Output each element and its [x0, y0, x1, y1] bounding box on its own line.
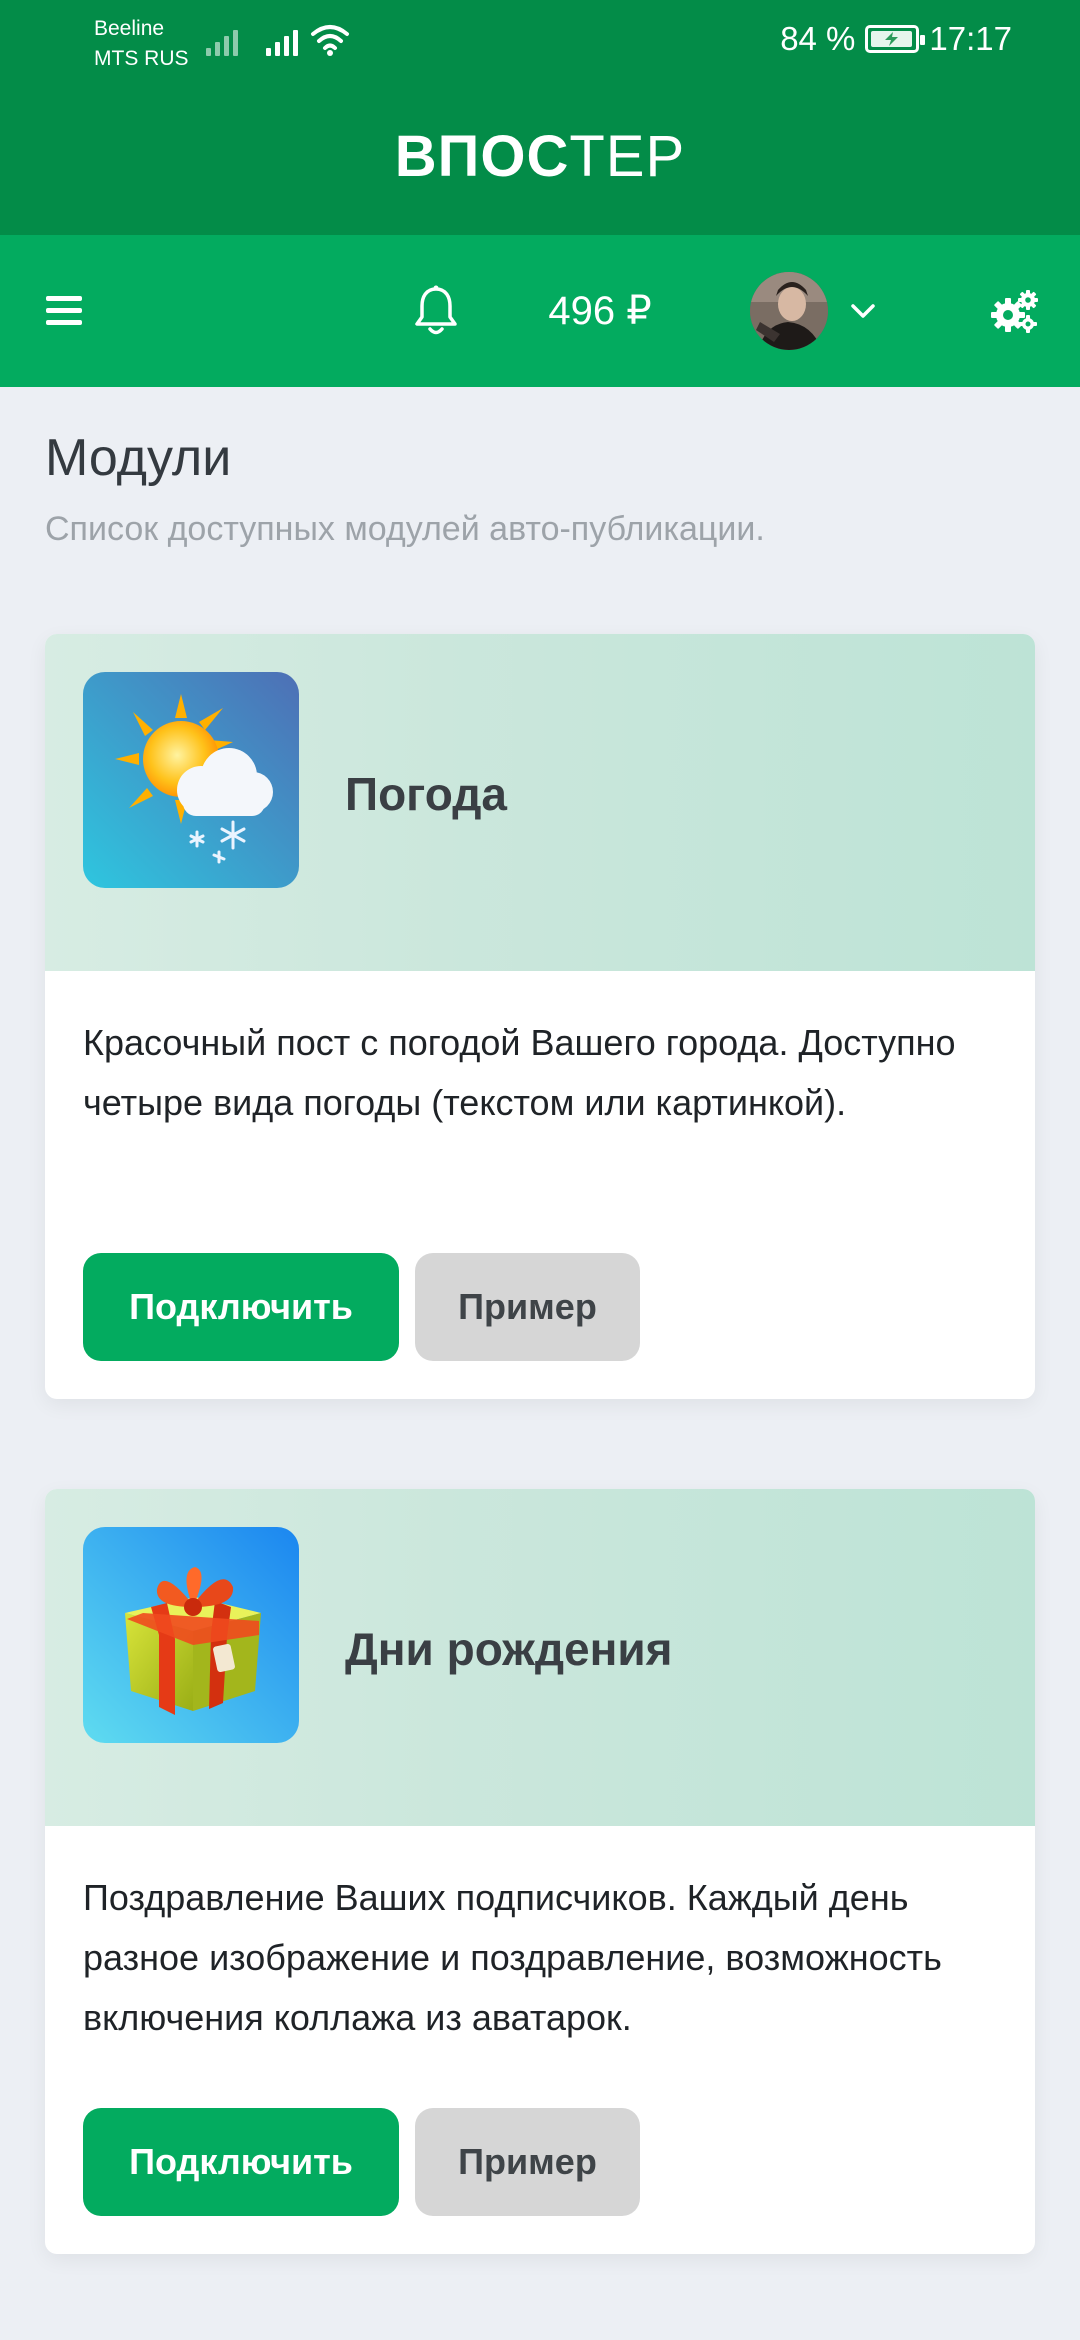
brand-logo[interactable]: ВПОСТЕР	[0, 122, 1080, 192]
signal-icon	[206, 24, 238, 56]
notifications-button[interactable]	[404, 235, 468, 387]
battery-percent: 84 %	[780, 20, 856, 57]
brand-light: ТЕР	[569, 124, 686, 189]
module-description: Поздравление Ваших подписчиков. Каждый д…	[83, 1877, 942, 2038]
status-bar: Beeline MTS RUS 84 % 17:17	[0, 0, 1080, 80]
module-card-header: Погода	[45, 634, 1035, 971]
gears-icon	[991, 290, 1038, 333]
menu-icon	[46, 296, 82, 325]
avatar	[750, 272, 828, 350]
carrier-1: Beeline	[94, 17, 165, 40]
bell-icon	[415, 285, 457, 335]
page-subtitle: Список доступных модулей авто-публикации…	[45, 510, 765, 548]
user-menu-button[interactable]	[750, 235, 910, 387]
page-title: Модули	[45, 429, 232, 487]
chevron-down-icon	[851, 304, 875, 318]
module-card-header: Дни рождения	[45, 1489, 1035, 1826]
connect-button[interactable]: Подключить	[83, 1253, 399, 1361]
brand-bold: ВПОС	[394, 124, 570, 189]
weather-icon	[83, 672, 299, 888]
module-title: Дни рождения	[345, 1623, 673, 1675]
module-description: Красочный пост с погодой Вашего города. …	[83, 1022, 956, 1123]
wifi-icon	[311, 25, 349, 56]
module-card-body: Красочный пост с погодой Вашего города. …	[45, 971, 1035, 1399]
nav-bar: 496 ₽	[0, 235, 1080, 387]
signal-icon	[266, 24, 298, 56]
battery-icon	[865, 25, 926, 53]
app-header: Beeline MTS RUS 84 % 17:17 ВПОСТЕР	[0, 0, 1080, 235]
module-actions: Подключить Пример	[83, 1253, 997, 1361]
module-actions: Подключить Пример	[83, 2108, 997, 2216]
carrier-info: Beeline MTS RUS	[94, 14, 189, 74]
battery-status: 84 % 17:17	[780, 20, 1012, 58]
module-card-birthdays: Дни рождения Поздравление Ваших подписчи…	[45, 1489, 1035, 2254]
carrier-2: MTS RUS	[94, 47, 189, 70]
clock: 17:17	[929, 20, 1012, 57]
gift-icon	[83, 1527, 299, 1743]
example-button[interactable]: Пример	[415, 2108, 640, 2216]
settings-button[interactable]	[982, 235, 1046, 387]
module-title: Погода	[345, 768, 507, 820]
connect-button[interactable]: Подключить	[83, 2108, 399, 2216]
balance[interactable]: 496 ₽	[540, 235, 660, 387]
module-card-body: Поздравление Ваших подписчиков. Каждый д…	[45, 1826, 1035, 2254]
module-card-weather: Погода Красочный пост с погодой Вашего г…	[45, 634, 1035, 1399]
menu-button[interactable]	[32, 235, 96, 387]
example-button[interactable]: Пример	[415, 1253, 640, 1361]
